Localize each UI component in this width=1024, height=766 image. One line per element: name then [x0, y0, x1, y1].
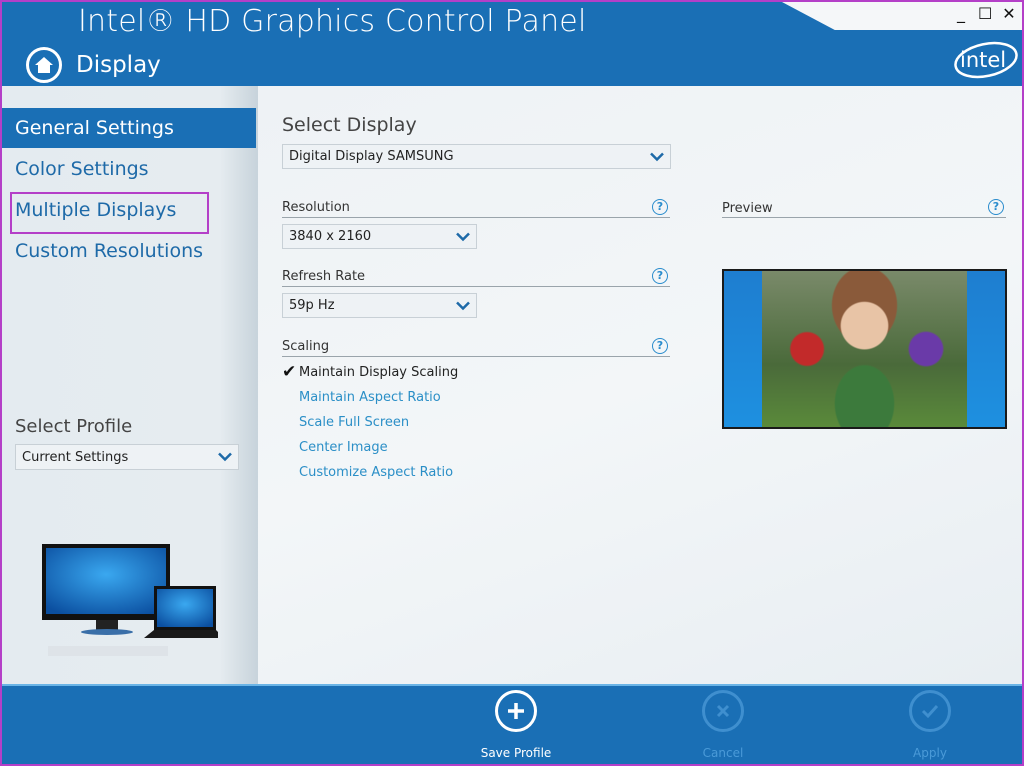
highlight-annotation [10, 192, 209, 234]
chevron-down-icon [218, 452, 232, 462]
chevron-down-icon [456, 232, 470, 241]
save-profile-button[interactable]: Save Profile [456, 690, 576, 760]
select-display-label: Select Display [282, 114, 417, 136]
close-circle-icon [702, 690, 744, 732]
check-circle-icon [909, 690, 951, 732]
checkmark-icon: ✔ [282, 362, 297, 382]
divider [282, 286, 670, 287]
cancel-button[interactable]: Cancel [663, 690, 783, 760]
main-panel: Select Display Digital Display SAMSUNG R… [258, 86, 1022, 684]
action-bar: Save Profile Cancel Apply [2, 684, 1022, 764]
help-icon[interactable]: ? [652, 338, 668, 354]
refresh-rate-select-value: 59p Hz [289, 298, 335, 313]
display-devices-illustration [42, 544, 218, 656]
help-icon[interactable]: ? [988, 199, 1004, 215]
section-title: Display [76, 52, 161, 78]
divider [282, 356, 670, 357]
minimize-button[interactable]: _ [954, 4, 968, 23]
profile-select[interactable]: Current Settings [15, 444, 239, 470]
refresh-rate-select[interactable]: 59p Hz [282, 293, 477, 318]
intel-logo-text: intel [960, 48, 1006, 72]
save-profile-label: Save Profile [480, 746, 552, 760]
apply-label: Apply [913, 746, 947, 760]
scaling-option-scale-full-screen[interactable]: Scale Full Screen [299, 415, 409, 430]
help-icon[interactable]: ? [652, 268, 668, 284]
refresh-rate-label: Refresh Rate [282, 269, 366, 284]
resolution-select[interactable]: 3840 x 2160 [282, 224, 477, 249]
chevron-down-icon [456, 301, 470, 310]
scaling-label: Scaling [282, 339, 330, 354]
close-button[interactable]: ✕ [1002, 4, 1016, 23]
scaling-option-maintain-aspect-ratio[interactable]: Maintain Aspect Ratio [299, 390, 441, 405]
scaling-option-customize-aspect-ratio[interactable]: Customize Aspect Ratio [299, 465, 453, 480]
home-icon [35, 57, 53, 73]
sidebar: General Settings Color Settings Multiple… [2, 86, 258, 684]
resolution-select-value: 3840 x 2160 [289, 229, 372, 244]
home-button[interactable] [26, 47, 62, 83]
select-profile-label: Select Profile [15, 416, 133, 437]
profile-select-value: Current Settings [22, 449, 129, 465]
scaling-option-center-image[interactable]: Center Image [299, 440, 388, 455]
title-bar: _ ☐ ✕ Intel® HD Graphics Control Panel D… [2, 2, 1022, 86]
window-controls: _ ☐ ✕ [954, 4, 1016, 23]
divider [282, 217, 670, 218]
preview-image [762, 271, 967, 427]
preview-label: Preview [722, 201, 773, 216]
divider [722, 217, 1006, 218]
sidebar-item-color-settings[interactable]: Color Settings [2, 149, 256, 189]
maximize-button[interactable]: ☐ [978, 4, 992, 23]
help-icon[interactable]: ? [652, 199, 668, 215]
cancel-label: Cancel [702, 746, 744, 760]
app-title: Intel® HD Graphics Control Panel [78, 4, 587, 39]
sidebar-item-general-settings[interactable]: General Settings [2, 108, 256, 148]
chevron-down-icon [650, 152, 664, 161]
scaling-option-maintain-display-scaling[interactable]: Maintain Display Scaling [299, 365, 458, 380]
intel-logo: intel [954, 41, 1018, 79]
display-select-value: Digital Display SAMSUNG [289, 149, 454, 164]
sidebar-item-custom-resolutions[interactable]: Custom Resolutions [2, 231, 256, 271]
plus-circle-icon [495, 690, 537, 732]
preview-screen [724, 271, 1005, 427]
preview-frame [722, 269, 1007, 429]
apply-button[interactable]: Apply [870, 690, 990, 760]
resolution-label: Resolution [282, 200, 350, 215]
display-select[interactable]: Digital Display SAMSUNG [282, 144, 671, 169]
